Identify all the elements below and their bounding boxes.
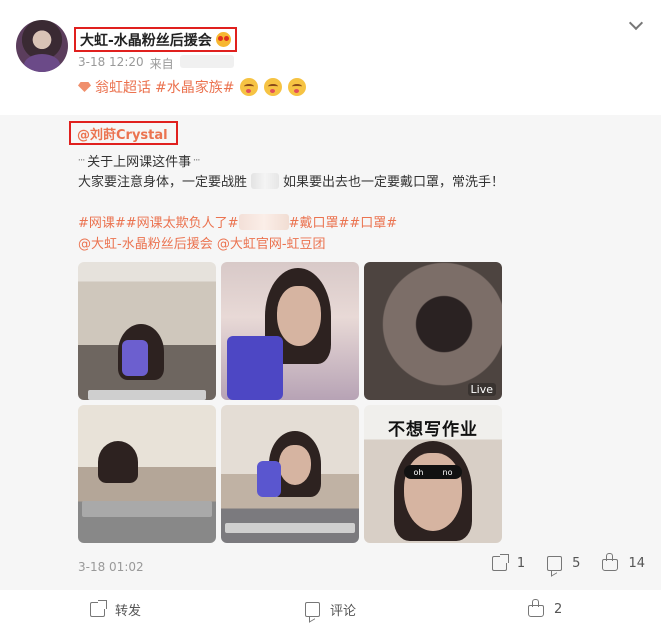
blushing-emoji-icon <box>264 78 283 96</box>
blurred-source <box>179 55 234 68</box>
sunglasses-left-text: oh <box>413 467 424 477</box>
topic-link-supertopic[interactable]: 翁虹超话 <box>95 77 151 97</box>
topic-link-family[interactable]: #水晶家族# <box>155 77 234 97</box>
heart-eyes-emoji-icon <box>215 32 231 47</box>
post-action-bar: 转发 评论 2 <box>0 590 661 628</box>
retweet-text-line2: 大家要注意身体，一定要战胜 如果要出去也一定要戴口罩，常洗手！ <box>78 171 504 190</box>
photo-laptop <box>88 390 206 400</box>
thumbs-up-icon <box>602 553 619 571</box>
thumbs-up-icon <box>528 598 544 617</box>
retweet-repost-count: 1 <box>516 556 526 571</box>
comment-icon <box>305 601 320 617</box>
comment-button[interactable]: 评论 <box>305 600 356 619</box>
chevron-down-icon[interactable] <box>628 15 644 31</box>
sparkle-icon: ⵈ <box>78 154 86 167</box>
retweet-comment-count: 5 <box>572 556 581 571</box>
photo-figure <box>98 441 138 483</box>
photo-laptop <box>225 523 355 533</box>
photo-face <box>277 286 321 346</box>
hashtag-links-b[interactable]: #戴口罩##口罩# <box>289 212 398 231</box>
live-photo-badge: Live <box>467 383 496 396</box>
photo-thumbnail[interactable] <box>221 405 359 543</box>
sparkle-icon: ⵈ <box>193 154 201 167</box>
photo-face <box>279 445 311 485</box>
blushing-emoji-icon <box>240 78 259 96</box>
retweet-like-count: 14 <box>628 556 645 571</box>
retweet-time[interactable]: 3-18 01:02 <box>78 560 144 574</box>
retweet-author[interactable]: @刘莳Crystal <box>77 124 168 143</box>
photo-phone <box>122 340 148 376</box>
repost-icon <box>90 599 107 617</box>
retweet-repost-button[interactable]: 1 <box>491 554 526 571</box>
repost-label: 转发 <box>115 603 142 619</box>
supertopic-gem-icon <box>78 82 91 92</box>
photo-phone <box>227 336 283 400</box>
blushing-emoji-icon <box>288 78 307 96</box>
post-meta: 3-18 12:20 来自 <box>78 55 234 72</box>
avatar-figure <box>24 54 60 72</box>
retweet-tags: #网课##网课太欺负人了# #戴口罩##口罩# <box>78 212 397 231</box>
like-count: 2 <box>554 601 563 617</box>
retweet-text-line1: ⵈ 关于上网课这件事 ⵈ <box>78 151 200 170</box>
weibo-post-card: 大虹-水晶粉丝后援会 3-18 12:20 来自 翁虹超话 #水晶家族# @刘莳… <box>0 0 661 628</box>
comment-label: 评论 <box>330 603 357 619</box>
post-topics: 翁虹超话 #水晶家族# <box>78 77 307 97</box>
photo-laptop <box>82 501 212 517</box>
photo-phone <box>257 461 281 497</box>
photo-thumbnail[interactable] <box>221 262 359 400</box>
hashtag-links-a[interactable]: #网课##网课太欺负人了# <box>78 212 239 231</box>
photo-thumbnail[interactable] <box>78 262 216 400</box>
repost-icon <box>491 554 509 571</box>
like-button[interactable]: 2 <box>528 598 563 617</box>
photo-grid: Live 不想写作业 oh no <box>78 262 502 543</box>
retweet-author-highlight[interactable]: @刘莳Crystal <box>69 121 178 145</box>
retweet-block: @刘莳Crystal ⵈ 关于上网课这件事 ⵈ 大家要注意身体，一定要战胜 如果… <box>0 115 661 590</box>
retweet-like-button[interactable]: 14 <box>602 553 645 571</box>
retweet-mentions[interactable]: @大虹-水晶粉丝后援会 @大虹官网-虹豆团 <box>78 233 326 252</box>
photo-thumbnail[interactable]: 不想写作业 oh no <box>364 405 502 543</box>
photo-caption: 不想写作业 <box>388 420 478 440</box>
sunglasses-right-text: no <box>442 467 453 477</box>
comment-icon <box>547 556 563 571</box>
retweet-text-intro: 关于上网课这件事 <box>87 155 192 170</box>
mosaic-redaction <box>251 172 280 189</box>
author-name[interactable]: 大虹-水晶粉丝后援会 <box>80 30 212 50</box>
sunglasses: oh no <box>404 465 462 479</box>
author-name-highlight[interactable]: 大虹-水晶粉丝后援会 <box>74 27 237 52</box>
author-avatar[interactable] <box>16 20 68 72</box>
photo-thumbnail-live[interactable]: Live <box>364 262 502 400</box>
retweet-text-part-a: 大家要注意身体，一定要战胜 <box>78 175 248 190</box>
retweet-stats: 1 5 14 <box>491 553 645 571</box>
post-time[interactable]: 3-18 12:20 <box>78 55 144 72</box>
photo-thumbnail[interactable] <box>78 405 216 543</box>
retweet-text-part-b: 如果要出去也一定要戴口罩，常洗手！ <box>283 175 505 190</box>
retweet-comment-button[interactable]: 5 <box>547 556 580 571</box>
repost-button[interactable]: 转发 <box>90 599 142 619</box>
mosaic-redaction <box>238 213 289 230</box>
post-source-prefix: 来自 <box>149 57 174 71</box>
